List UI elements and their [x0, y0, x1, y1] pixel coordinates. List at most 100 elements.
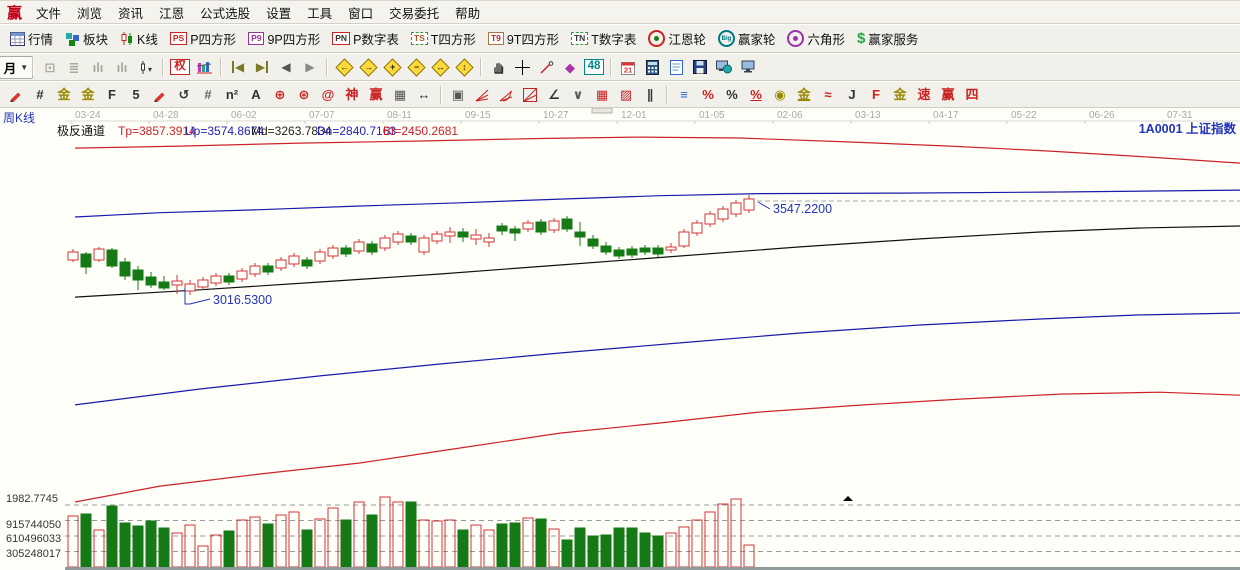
level-lines-icon[interactable]: ≡ [673, 85, 695, 105]
save-icon[interactable] [689, 57, 711, 77]
arc-fan-icon[interactable] [495, 85, 517, 105]
pan-right-diamond-button[interactable]: → [358, 57, 378, 77]
menu-news[interactable]: 资讯 [110, 6, 151, 22]
pane-splitter-handle[interactable] [591, 107, 613, 114]
zoom-out-diamond-button[interactable]: − [405, 57, 427, 77]
menu-gann[interactable]: 江恩 [151, 6, 192, 22]
exclude-rights-icon[interactable]: 权 [169, 57, 191, 77]
menu-settings[interactable]: 设置 [258, 6, 299, 22]
zoom-in-diamond-button[interactable]: + [381, 57, 403, 77]
zigzag-icon[interactable]: ∨ [567, 85, 589, 105]
pan-left-diamond-button[interactable]: ← [334, 57, 354, 77]
slanted-grid-icon[interactable]: ▨ [615, 85, 637, 105]
j-angle-icon[interactable]: J [841, 85, 863, 105]
f-angle-icon[interactable]: F [865, 85, 887, 105]
zoom-in-diamond-button[interactable]: + [382, 57, 402, 77]
star-circle-icon[interactable]: ⊛ [293, 85, 315, 105]
next-page-icon[interactable]: ▶ [299, 57, 321, 77]
mark-pencil-icon[interactable] [149, 85, 171, 105]
t-number-table-button[interactable]: TN T数字表 [565, 27, 642, 50]
time-ruler-icon[interactable]: # [197, 85, 219, 105]
zoom-out-diamond-button[interactable]: − [406, 57, 426, 77]
gann-fan-icon[interactable] [471, 85, 493, 105]
gann-wheel-button[interactable]: 江恩轮 [642, 27, 712, 50]
shen-grid-icon[interactable]: 神 [341, 85, 363, 105]
dense-grid-icon[interactable]: ▦ [389, 85, 411, 105]
colored-kline-icon[interactable] [193, 57, 215, 77]
last-page-icon[interactable]: ▶ [251, 57, 273, 77]
golden-circle-icon[interactable]: ◉ [769, 85, 791, 105]
calculator-icon[interactable] [641, 57, 663, 77]
delete-line-icon[interactable] [535, 57, 557, 77]
pan-left-diamond-button[interactable]: ← [333, 57, 355, 77]
text-tool-icon[interactable]: A [245, 85, 267, 105]
hexagon-button[interactable]: 六角形 [781, 27, 851, 50]
spiral-icon[interactable]: @ [317, 85, 339, 105]
fibonacci-ladder-icon[interactable]: F [101, 85, 123, 105]
dragon-48-icon[interactable]: 48 [583, 57, 605, 77]
winner-wheel-button[interactable]: Big 赢家轮 [712, 27, 782, 50]
first-page-icon[interactable]: ◀ [227, 57, 249, 77]
ying-angle-icon[interactable]: 赢 [937, 85, 959, 105]
square-of-nine-icon[interactable]: n² [221, 85, 243, 105]
9p-square-button[interactable]: P9 9P四方形 [242, 27, 326, 50]
box-fan-icon[interactable] [519, 85, 541, 105]
gann-ladder-icon[interactable]: # [29, 85, 51, 105]
menu-file[interactable]: 文件 [28, 6, 69, 22]
kline-chart-canvas[interactable]: 03-24 04-28 06-02 07-07 08-11 09-15 10-27 12-01… [0, 107, 1240, 570]
period-select-button[interactable]: 月 ▼ [0, 55, 34, 79]
golden-section-icon[interactable]: 金 [793, 85, 815, 105]
percent-lines-icon[interactable]: % [745, 85, 767, 105]
menu-tools[interactable]: 工具 [299, 6, 340, 22]
golden-ladder-2-icon[interactable]: 金 [77, 85, 99, 105]
expand-horizontal-diamond-button[interactable]: ↔ [429, 57, 451, 77]
kline-chart[interactable]: 03-24 04-28 06-02 07-07 08-11 09-15 10-27 12-01… [0, 107, 1240, 570]
four-angle-icon[interactable]: 四 [961, 85, 983, 105]
price-grid-icon[interactable]: ▦ [591, 85, 613, 105]
wave-tool-icon[interactable]: ≈ [817, 85, 839, 105]
kline-button[interactable]: K线 [114, 27, 164, 50]
menu-formula-stock-pick[interactable]: 公式选股 [192, 6, 258, 22]
sectors-button[interactable]: 板块 [59, 27, 114, 50]
mini-chart-9-icon[interactable]: ılı [111, 57, 133, 77]
trend-line-pencil-icon[interactable] [5, 85, 27, 105]
p-number-table-button[interactable]: PN P数字表 [326, 27, 405, 50]
percent-retrace-icon[interactable]: % [697, 85, 719, 105]
pan-right-diamond-button[interactable]: → [357, 57, 379, 77]
mini-chart-3-icon[interactable]: ılı [87, 57, 109, 77]
golden-angle-icon[interactable]: 金 [889, 85, 911, 105]
9t-square-button[interactable]: T9 9T四方形 [482, 27, 565, 50]
p-square-button[interactable]: PS P四方形 [164, 27, 242, 50]
quotes-button[interactable]: 行情 [4, 27, 59, 50]
winner-service-button[interactable]: $ 赢家服务 [851, 27, 924, 50]
candle-style-dropdown[interactable]: ▾ [135, 57, 157, 77]
cycle-circle-icon[interactable]: ↺ [173, 85, 195, 105]
info-panel-icon[interactable]: ≣ [63, 57, 85, 77]
workstation-icon[interactable] [737, 57, 759, 77]
expand-vertical-diamond-button[interactable]: ↕ [454, 57, 474, 77]
angle-line-icon[interactable]: ∠ [543, 85, 565, 105]
pan-hand-icon[interactable] [487, 57, 509, 77]
gann-shape-icon[interactable]: ◆ [559, 57, 581, 77]
menu-help[interactable]: 帮助 [447, 6, 488, 22]
ying-grid-icon[interactable]: 赢 [365, 85, 387, 105]
crosshair-icon[interactable] [511, 57, 533, 77]
menu-browse[interactable]: 浏览 [69, 6, 110, 22]
compress-view-icon[interactable]: ⊡ [39, 57, 61, 77]
t-square-button[interactable]: TS T四方形 [405, 27, 482, 50]
notepad-icon[interactable] [665, 57, 687, 77]
calendar-icon[interactable]: 21 [617, 57, 639, 77]
box-tool-icon[interactable]: ▣ [447, 85, 469, 105]
menu-trade-order[interactable]: 交易委托 [381, 6, 447, 22]
parallel-lines-icon[interactable]: ∥ [639, 85, 661, 105]
period-select-button[interactable]: 月 ▼ [0, 55, 34, 79]
percent-icon[interactable]: % [721, 85, 743, 105]
prev-page-icon[interactable]: ◀ [275, 57, 297, 77]
expand-vertical-diamond-button[interactable]: ↕ [453, 57, 475, 77]
circle-cross-icon[interactable]: ⊕ [269, 85, 291, 105]
measure-tool-icon[interactable]: ↔ [413, 85, 435, 105]
expand-horizontal-diamond-button[interactable]: ↔ [430, 57, 450, 77]
remote-data-icon[interactable] [713, 57, 735, 77]
five-segment-icon[interactable]: 5 [125, 85, 147, 105]
menu-window[interactable]: 窗口 [340, 6, 381, 22]
